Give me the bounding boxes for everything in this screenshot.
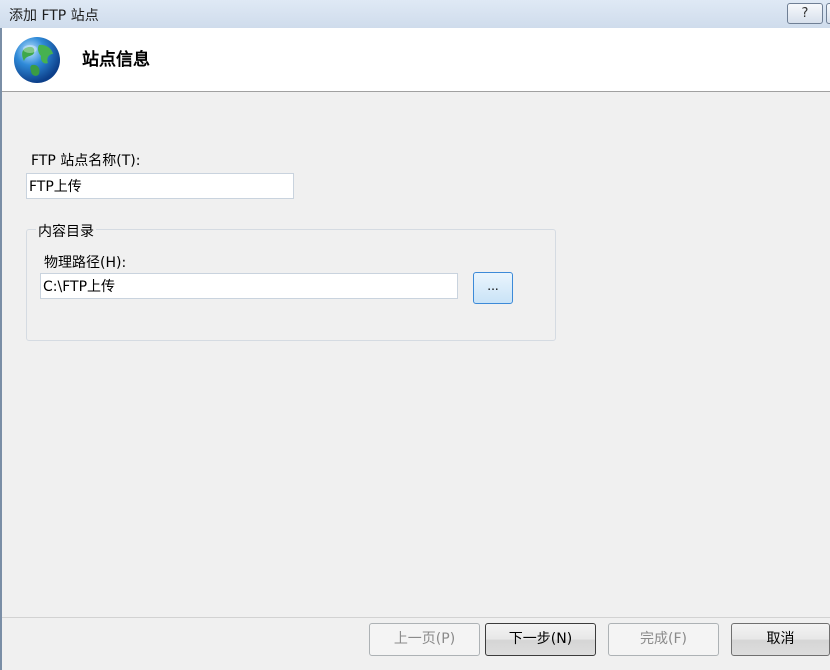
finish-button[interactable]: 完成(F) <box>608 623 719 656</box>
content-directory-legend: 内容目录 <box>36 221 96 241</box>
title-bar: 添加 FTP 站点 ? <box>0 0 830 28</box>
site-name-label: FTP 站点名称(T): <box>31 153 141 169</box>
cancel-button[interactable]: 取消 <box>731 623 830 656</box>
window-border <box>0 28 2 670</box>
footer-divider <box>2 617 830 618</box>
physical-path-label: 物理路径(H): <box>44 255 127 271</box>
window-title: 添加 FTP 站点 <box>9 8 99 24</box>
wizard-header: 站点信息 <box>2 28 830 92</box>
next-button[interactable]: 下一步(N) <box>485 623 596 656</box>
globe-icon <box>14 37 60 83</box>
site-name-input[interactable] <box>26 173 294 199</box>
previous-button[interactable]: 上一页(P) <box>369 623 480 656</box>
physical-path-input[interactable] <box>40 273 458 299</box>
browse-button[interactable]: ... <box>473 272 513 304</box>
close-button[interactable] <box>826 3 830 24</box>
help-button[interactable]: ? <box>787 3 823 24</box>
page-title: 站点信息 <box>82 50 150 70</box>
